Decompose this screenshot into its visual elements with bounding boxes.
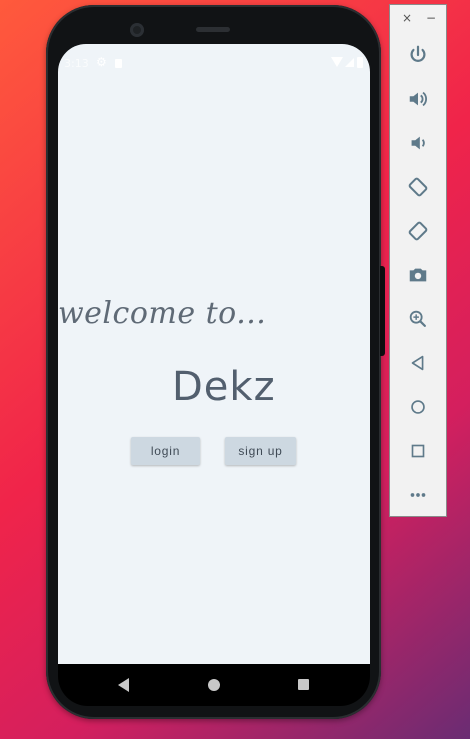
rotate-right-icon [408, 221, 428, 241]
signal-icon [345, 58, 354, 67]
home-icon [411, 400, 425, 414]
nav-home-icon[interactable] [208, 679, 220, 691]
power-button[interactable] [404, 41, 432, 69]
overview-icon [411, 444, 425, 458]
login-button[interactable]: login [131, 437, 200, 465]
phone-side-button [380, 266, 385, 356]
battery-icon [357, 57, 363, 68]
status-bar: 3:13 ⚙ [58, 44, 370, 82]
navigation-bar [58, 664, 370, 706]
front-camera [130, 23, 144, 37]
sd-card-icon [115, 59, 122, 68]
settings-icon: ⚙ [96, 55, 107, 69]
zoom-icon [409, 310, 426, 327]
volume-down-icon [411, 136, 425, 150]
emulator-toolbar: × − [389, 4, 447, 517]
wifi-icon [331, 57, 343, 67]
app-brand-title: Dekz [172, 364, 276, 410]
zoom-button[interactable] [404, 305, 432, 333]
rotate-right-button[interactable] [404, 217, 432, 245]
sign-up-button[interactable]: sign up [225, 437, 296, 465]
power-icon [410, 45, 426, 62]
rotate-left-icon [408, 177, 428, 197]
volume-up-icon [409, 91, 427, 107]
back-button[interactable] [404, 349, 432, 377]
welcome-heading: welcome to... [58, 296, 267, 331]
phone-screen: 3:13 ⚙ welcome to... Dekz login sign up [58, 44, 370, 664]
volume-up-button[interactable] [404, 85, 432, 113]
earpiece-speaker [196, 27, 230, 32]
rotate-left-button[interactable] [404, 173, 432, 201]
screenshot-button[interactable] [404, 261, 432, 289]
toolbar-minimize-button[interactable]: − [424, 11, 438, 25]
camera-icon [409, 268, 427, 282]
home-button[interactable] [404, 393, 432, 421]
status-time: 3:13 [64, 57, 89, 70]
overview-button[interactable] [404, 437, 432, 465]
nav-recents-icon[interactable] [298, 679, 309, 690]
back-icon [411, 355, 424, 371]
more-button[interactable] [404, 481, 432, 509]
more-icon [410, 493, 426, 497]
volume-down-button[interactable] [404, 129, 432, 157]
nav-back-icon[interactable] [118, 678, 129, 692]
toolbar-close-button[interactable]: × [400, 11, 414, 25]
